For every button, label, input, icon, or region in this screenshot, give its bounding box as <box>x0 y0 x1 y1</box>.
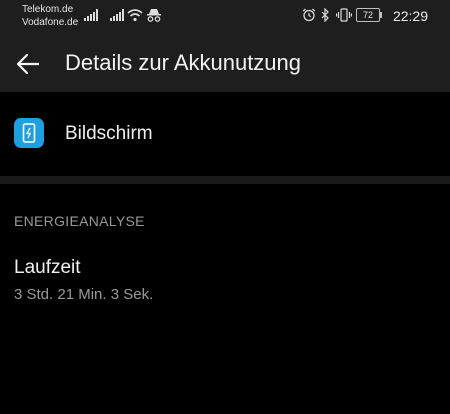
carrier-1: Telekom.de <box>22 4 74 15</box>
signal-icon <box>84 9 98 21</box>
alarm-icon <box>302 8 316 22</box>
app-bar: Details zur Akkunutzung <box>0 34 450 92</box>
top-bar: Telekom.de Vodafone.de 72 22:29 Details … <box>0 0 450 92</box>
page-title: Details zur Akkunutzung <box>65 50 302 75</box>
runtime-title: Laufzeit <box>14 257 81 278</box>
wifi-icon <box>127 9 143 22</box>
battery-icon: 72 <box>356 8 382 22</box>
app-item-bildschirm[interactable]: Bildschirm <box>0 92 450 176</box>
section-divider <box>0 176 450 184</box>
status-bar: Telekom.de Vodafone.de 72 22:29 <box>0 0 450 34</box>
bluetooth-icon <box>321 8 329 22</box>
vibrate-icon <box>336 8 352 22</box>
status-time: 22:29 <box>392 8 428 24</box>
carrier-info: Telekom.de Vodafone.de <box>22 3 78 29</box>
signal-icon <box>110 9 124 21</box>
incognito-icon <box>147 9 161 22</box>
screen-icon <box>14 118 44 148</box>
carrier-2: Vodafone.de <box>22 17 79 28</box>
arrow-left-icon[interactable] <box>14 50 42 78</box>
section-header: ENERGIEANALYSE <box>14 213 145 229</box>
runtime-value: 3 Std. 21 Min. 3 Sek. <box>14 286 154 303</box>
screen: Telekom.de Vodafone.de 72 22:29 Details … <box>0 0 450 414</box>
app-item-label: Bildschirm <box>65 123 153 144</box>
